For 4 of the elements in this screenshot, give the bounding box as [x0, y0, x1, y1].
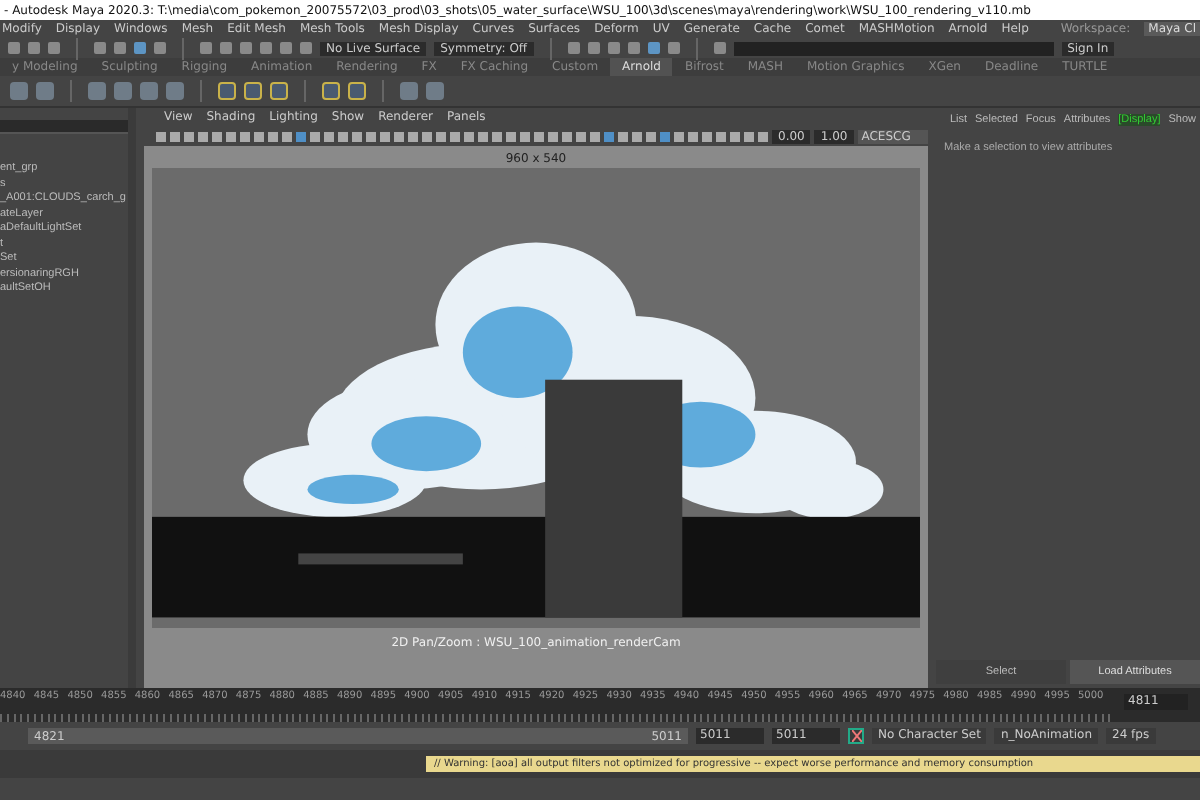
toolbar-icon[interactable]: [713, 42, 726, 54]
input-field[interactable]: [733, 41, 1054, 55]
outliner-filter-field[interactable]: [0, 120, 128, 134]
auto-key-button[interactable]: [848, 728, 864, 744]
